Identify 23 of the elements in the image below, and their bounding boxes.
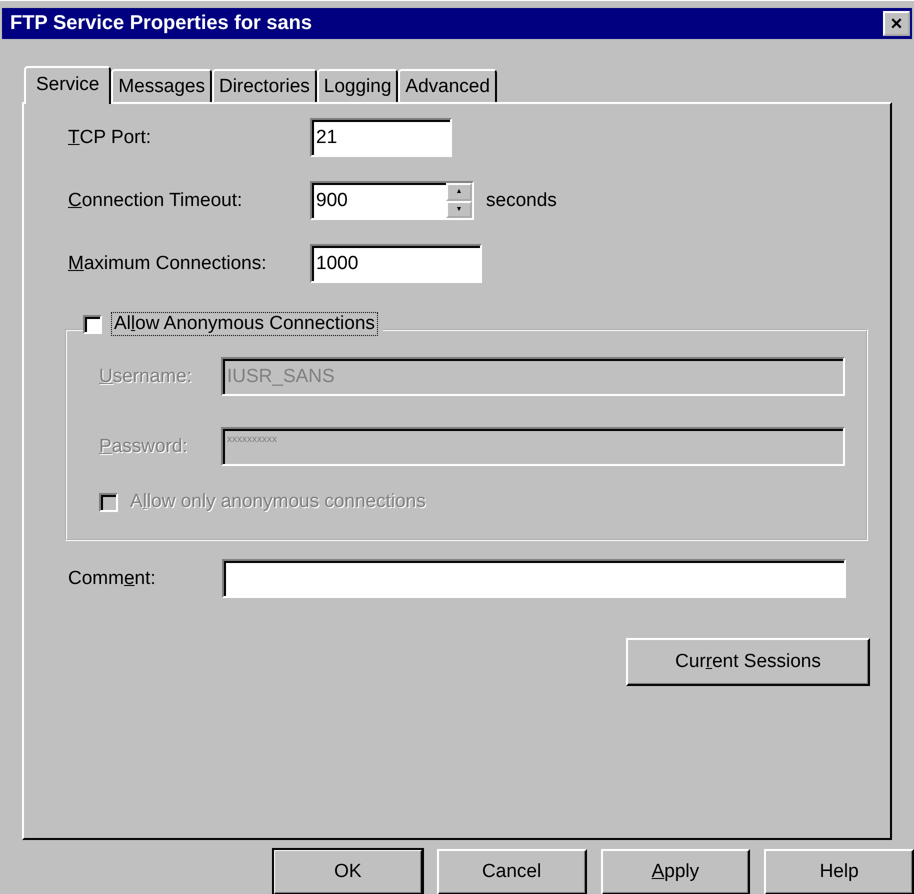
unit-label: seconds [486, 190, 557, 212]
tab[interactable]: Service [24, 66, 112, 104]
close-button[interactable]: × [883, 11, 910, 36]
input-field[interactable]: 1000 [310, 244, 482, 283]
dialog-button[interactable]: Apply [600, 849, 750, 894]
field-label: Comment: [68, 568, 157, 590]
field-label: TCP Port: [68, 126, 152, 148]
tab[interactable]: Messages [111, 69, 212, 102]
tab[interactable]: Directories [212, 69, 317, 102]
input-field[interactable] [222, 559, 846, 598]
checkbox[interactable] [83, 314, 102, 334]
input-field[interactable]: 21 [310, 118, 452, 157]
dialog-button[interactable]: Cancel [436, 849, 586, 894]
dialog-button[interactable]: OK [273, 849, 423, 894]
field-label: Connection Timeout: [68, 190, 244, 212]
field-label: Password: [99, 436, 189, 458]
field-label: Maximum Connections: [68, 252, 268, 274]
tab[interactable]: Advanced [398, 69, 497, 102]
current-sessions-button[interactable]: Current Sessions [626, 638, 870, 686]
dialog-button[interactable]: Help [764, 849, 914, 894]
field-label: Username: [99, 366, 193, 388]
tab[interactable]: Logging [316, 69, 398, 102]
window-title: FTP Service Properties for sans [10, 12, 312, 35]
